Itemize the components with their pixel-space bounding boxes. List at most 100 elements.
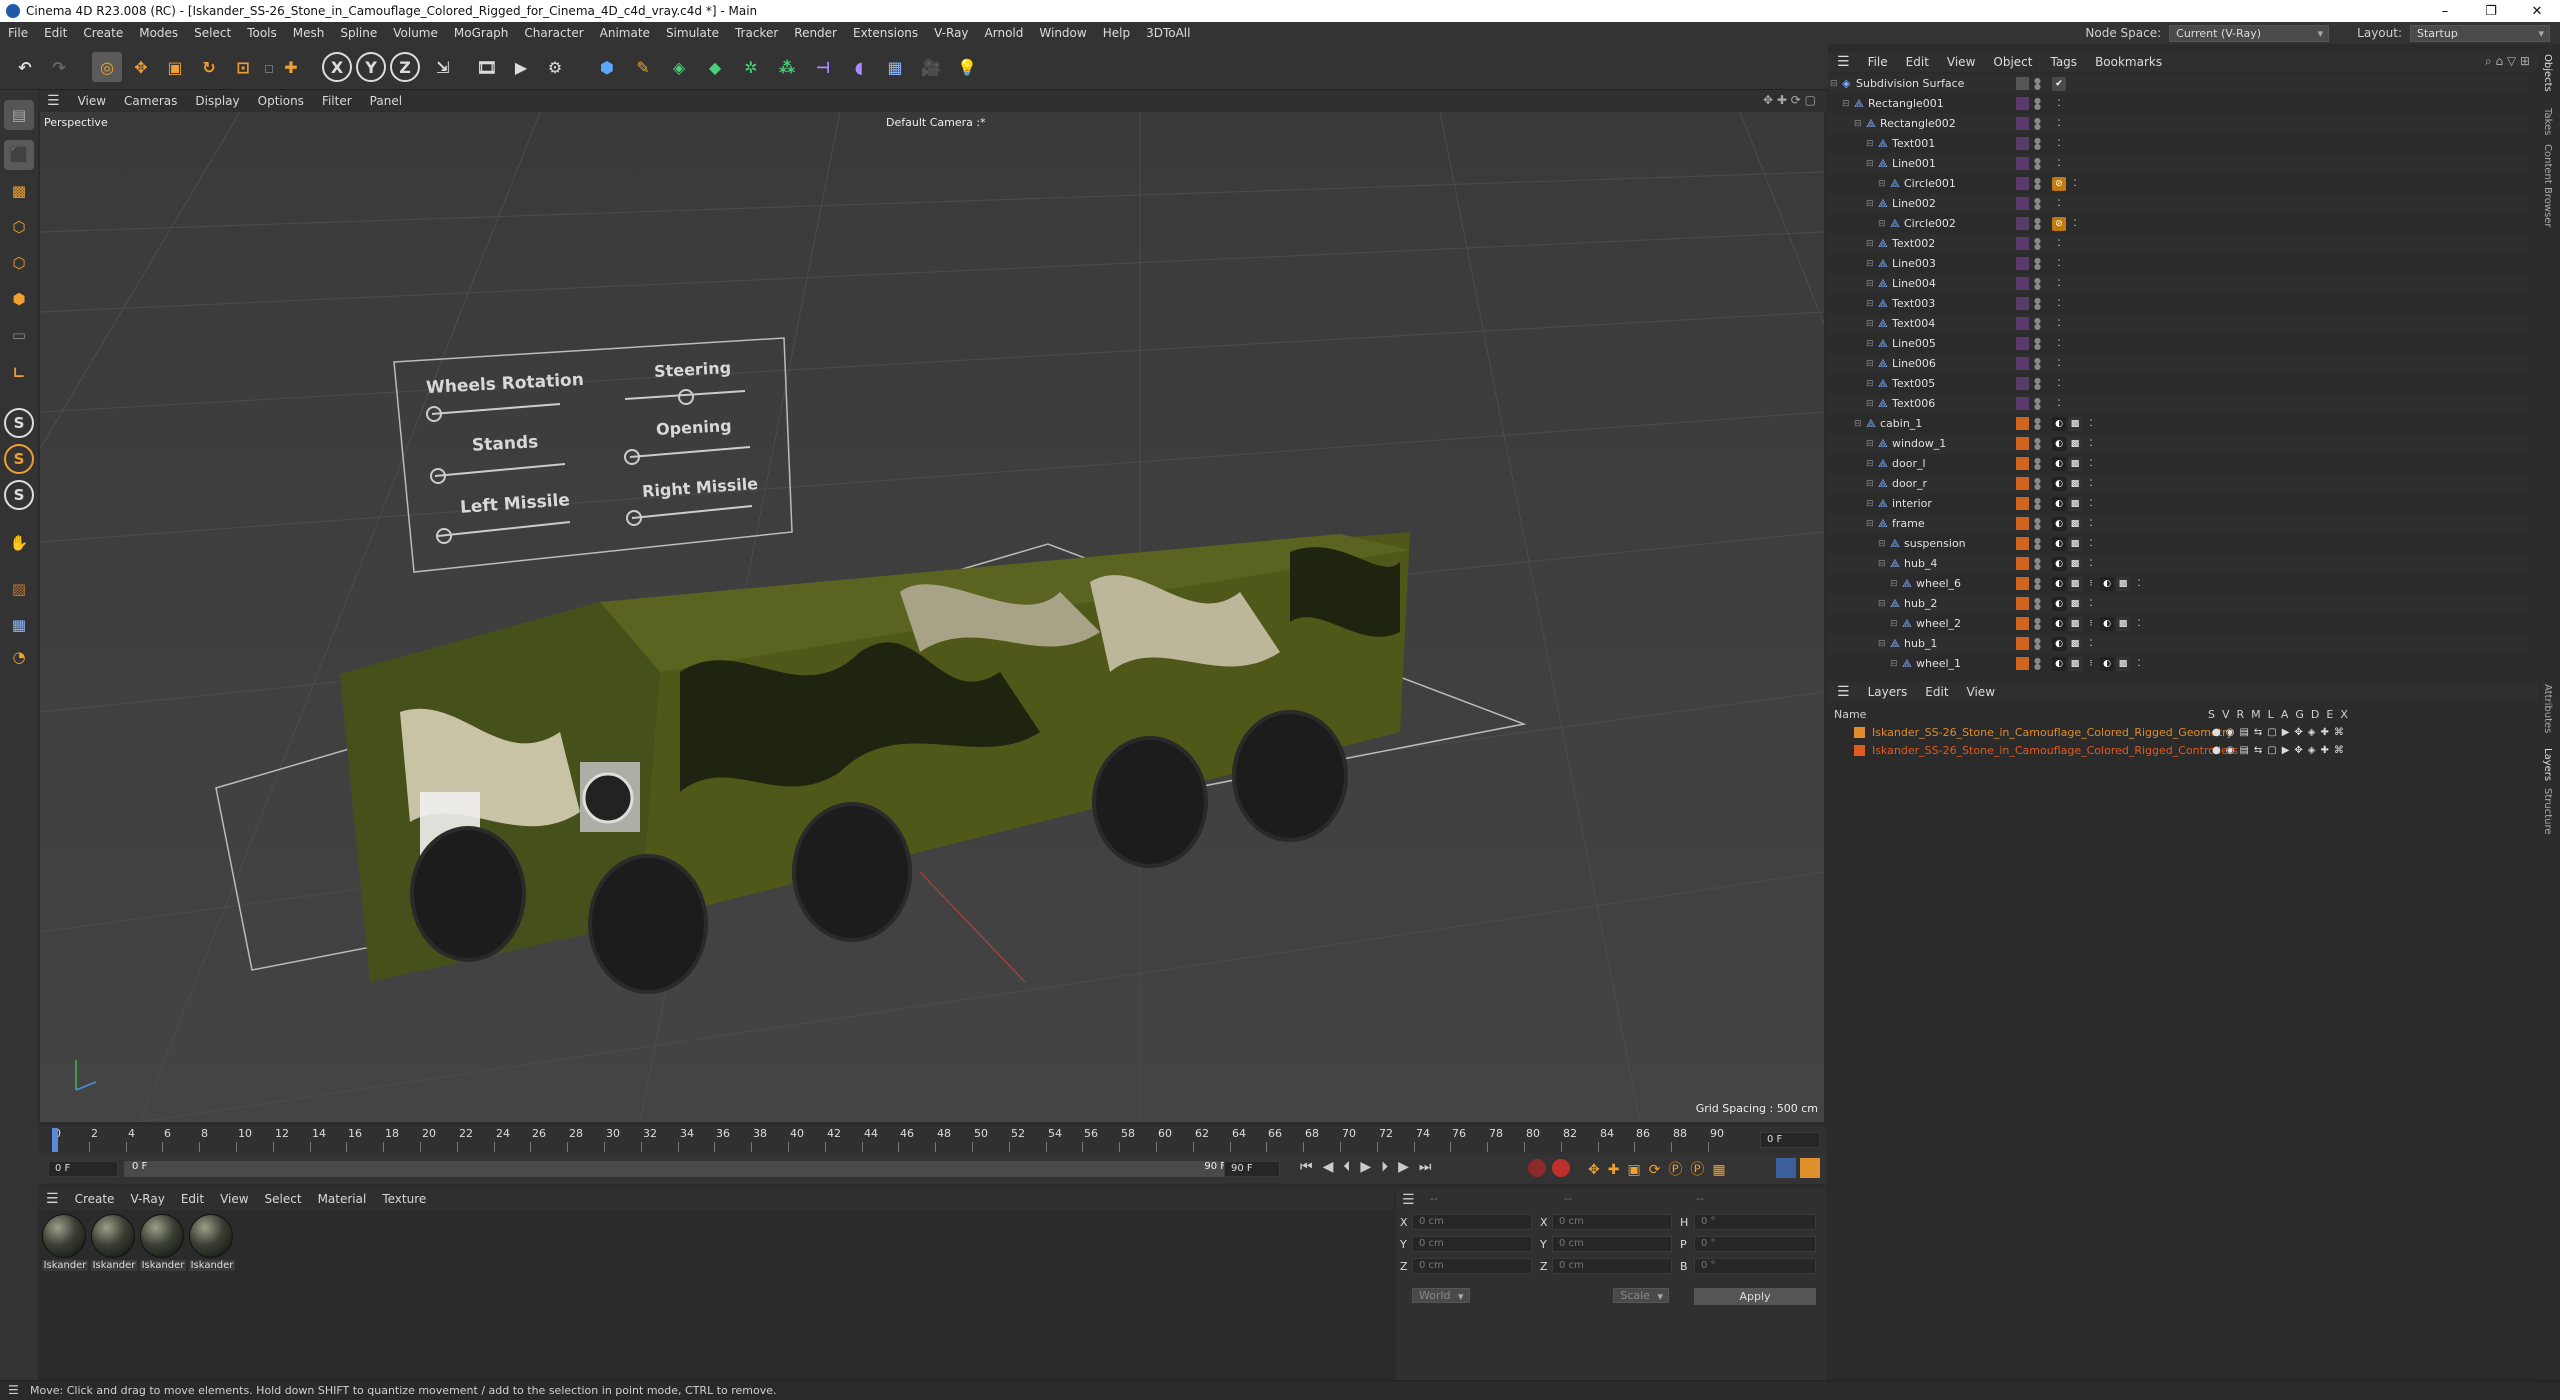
floor-icon[interactable]: ▦ — [880, 52, 910, 82]
3d-viewport[interactable]: Perspective Default Camera :* Grid Spaci… — [40, 112, 1824, 1122]
menu-edit[interactable]: Edit — [36, 26, 75, 40]
node-space-select[interactable]: Current (V-Ray) — [2169, 24, 2330, 42]
material-menu-select[interactable]: Select — [257, 1192, 310, 1206]
layers-menu-layers[interactable]: Layers — [1859, 685, 1917, 699]
object-name[interactable]: Text005 — [1892, 374, 1935, 394]
layout-select[interactable]: Startup — [2410, 24, 2550, 42]
xpresso-dots-icon[interactable]: ⁚ — [2068, 177, 2082, 191]
points-mode-icon[interactable]: ⬡ — [4, 212, 34, 242]
object-row[interactable]: ⊟ ⟁ door_l ● ● ◐ ▩ ⁚ — [1828, 454, 2528, 474]
visibility-dots-icon[interactable]: ● ● — [2034, 117, 2041, 131]
visibility-dots-icon[interactable]: ● ● — [2034, 557, 2041, 571]
object-layer-swatch[interactable] — [2016, 77, 2029, 90]
rot-b-field[interactable]: 0 ° — [1694, 1258, 1816, 1274]
rot-p-field[interactable]: 0 ° — [1694, 1236, 1816, 1252]
texture-tag-icon[interactable]: ▩ — [2068, 477, 2082, 491]
move-tool-icon[interactable]: ✥ — [126, 52, 156, 82]
ik-tag-icon[interactable]: ⁝ — [2084, 577, 2098, 591]
maximize-button[interactable]: ❐ — [2468, 4, 2514, 19]
object-layer-swatch[interactable] — [2016, 157, 2029, 170]
object-row[interactable]: ⊟ ⟁ interior ● ● ◐ ▩ ⁚ — [1828, 494, 2528, 514]
render-view-icon[interactable]: 🎞 — [472, 52, 502, 82]
live-selection-icon[interactable]: ◎ — [92, 52, 122, 82]
undo-icon[interactable]: ↶ — [10, 52, 40, 82]
material-menu-edit[interactable]: Edit — [173, 1192, 212, 1206]
object-layer-swatch[interactable] — [2016, 357, 2029, 370]
size-mode-select[interactable]: Scale — [1613, 1288, 1669, 1303]
coords-hamburger-icon[interactable]: ☰ — [1402, 1192, 1415, 1208]
tab-content-browser[interactable]: Content Browser — [2542, 144, 2553, 227]
object-row[interactable]: ⊟ ⟁ hub_2 ● ● ◐ ▩ ⁚ — [1828, 594, 2528, 614]
object-layer-swatch[interactable] — [2016, 377, 2029, 390]
material-tag-icon[interactable]: ◐ — [2052, 497, 2066, 511]
xpresso-dots-icon[interactable]: ⁚ — [2084, 417, 2098, 431]
object-layer-swatch[interactable] — [2016, 617, 2029, 630]
object-row[interactable]: ⊟ ⟁ wheel_1 ● ● ◐ ▩ ⁝ ◐ ▩ ⁚ — [1828, 654, 2528, 674]
coordinate-system-icon[interactable]: ⇲ — [428, 52, 458, 82]
expand-toggle-icon[interactable]: ⊟ — [1890, 654, 1898, 674]
layer-name[interactable]: Iskander_SS-26_Stone_in_Camouflage_Color… — [1872, 742, 2238, 760]
cloner-icon[interactable]: ✲ — [736, 52, 766, 82]
texture-tag-icon[interactable]: ▩ — [2068, 437, 2082, 451]
object-layer-swatch[interactable] — [2016, 657, 2029, 670]
material-menu-create[interactable]: Create — [67, 1192, 123, 1206]
object-row[interactable]: ⊟ ⟁ frame ● ● ◐ ▩ ⁚ — [1828, 514, 2528, 534]
object-name[interactable]: Line006 — [1892, 354, 1936, 374]
visibility-dots-icon[interactable]: ● ● — [2034, 357, 2041, 371]
texture-tag-icon[interactable]: ▩ — [2116, 657, 2130, 671]
texture-tag-icon[interactable]: ▩ — [2068, 497, 2082, 511]
field-icon[interactable]: ◖ — [844, 52, 874, 82]
material-tag-icon[interactable]: ◐ — [2052, 417, 2066, 431]
object-row[interactable]: ⊟ ⟁ Line002 ● ● ⁚ — [1828, 194, 2528, 214]
x-axis-button[interactable]: X — [322, 52, 352, 82]
layers-hamburger-icon[interactable]: ☰ — [1828, 684, 1859, 700]
xpresso-dots-icon[interactable]: ⁚ — [2052, 337, 2066, 351]
material-tag-icon[interactable]: ◐ — [2052, 577, 2066, 591]
menu-tracker[interactable]: Tracker — [727, 26, 786, 40]
layer-flag-icons[interactable]: ●◉▤⇆▢▶✥◈✚⌘ — [2212, 742, 2349, 760]
viewport-nav-icons[interactable]: ✥ ✚ ⟳ ▢ — [1763, 93, 1816, 107]
menu-help[interactable]: Help — [1095, 26, 1138, 40]
objects-menu-file[interactable]: File — [1859, 55, 1897, 69]
menu-arnold[interactable]: Arnold — [977, 26, 1032, 40]
menu-window[interactable]: Window — [1031, 26, 1094, 40]
object-row[interactable]: ⊟ ◈ Subdivision Surface ● ● ✔ — [1828, 74, 2528, 94]
visibility-dots-icon[interactable]: ● ● — [2034, 437, 2041, 451]
playback-controls[interactable]: ⏮◀⏴▶⏵▶⏭ — [1300, 1159, 1442, 1175]
object-row[interactable]: ⊟ ⟁ Line001 ● ● ⁚ — [1828, 154, 2528, 174]
object-name[interactable]: wheel_6 — [1916, 574, 1961, 594]
texture-tag-icon[interactable]: ▩ — [2068, 577, 2082, 591]
xpresso-dots-icon[interactable]: ⁚ — [2084, 457, 2098, 471]
visibility-dots-icon[interactable]: ● ● — [2034, 517, 2041, 531]
object-name[interactable]: door_r — [1892, 474, 1927, 494]
y-axis-button[interactable]: Y — [356, 52, 386, 82]
visibility-dots-icon[interactable]: ● ● — [2034, 577, 2041, 591]
xpresso-dots-icon[interactable]: ⁚ — [2052, 137, 2066, 151]
expand-toggle-icon[interactable]: ⊟ — [1866, 374, 1874, 394]
menu-tools[interactable]: Tools — [239, 26, 285, 40]
close-button[interactable]: ✕ — [2514, 4, 2560, 19]
object-name[interactable]: wheel_1 — [1916, 654, 1961, 674]
menu-volume[interactable]: Volume — [385, 26, 446, 40]
menu-vray[interactable]: V-Ray — [926, 26, 976, 40]
visibility-dots-icon[interactable]: ● ● — [2034, 237, 2041, 251]
visibility-dots-icon[interactable]: ● ● — [2034, 97, 2041, 111]
tab-takes[interactable]: Takes — [2542, 108, 2553, 135]
visibility-dots-icon[interactable]: ● ● — [2034, 397, 2041, 411]
objects-menu-view[interactable]: View — [1938, 55, 1984, 69]
object-layer-swatch[interactable] — [2016, 557, 2029, 570]
texture-tag-icon[interactable]: ▩ — [2068, 457, 2082, 471]
key-track-icons[interactable]: ✥✚▣⟳ⓅⓅ▦ — [1588, 1159, 1734, 1179]
xpresso-dots-icon[interactable]: ⁚ — [2052, 257, 2066, 271]
z-axis-button[interactable]: Z — [390, 52, 420, 82]
expand-toggle-icon[interactable]: ⊟ — [1866, 354, 1874, 374]
pos-y-field[interactable]: 0 cm — [1412, 1236, 1532, 1252]
object-layer-swatch[interactable] — [2016, 477, 2029, 490]
expand-toggle-icon[interactable]: ⊟ — [1866, 294, 1874, 314]
end-frame-field[interactable]: 90 F — [1224, 1161, 1280, 1177]
xpresso-dots-icon[interactable]: ⁚ — [2132, 617, 2146, 631]
layer-flag-icons[interactable]: ●◉▤⇆▢▶✥◈✚⌘ — [2212, 724, 2349, 742]
visibility-dots-icon[interactable]: ● ● — [2034, 337, 2041, 351]
preview-range-slider[interactable]: 0 F 90 F — [124, 1161, 1234, 1177]
object-name[interactable]: Line005 — [1892, 334, 1936, 354]
